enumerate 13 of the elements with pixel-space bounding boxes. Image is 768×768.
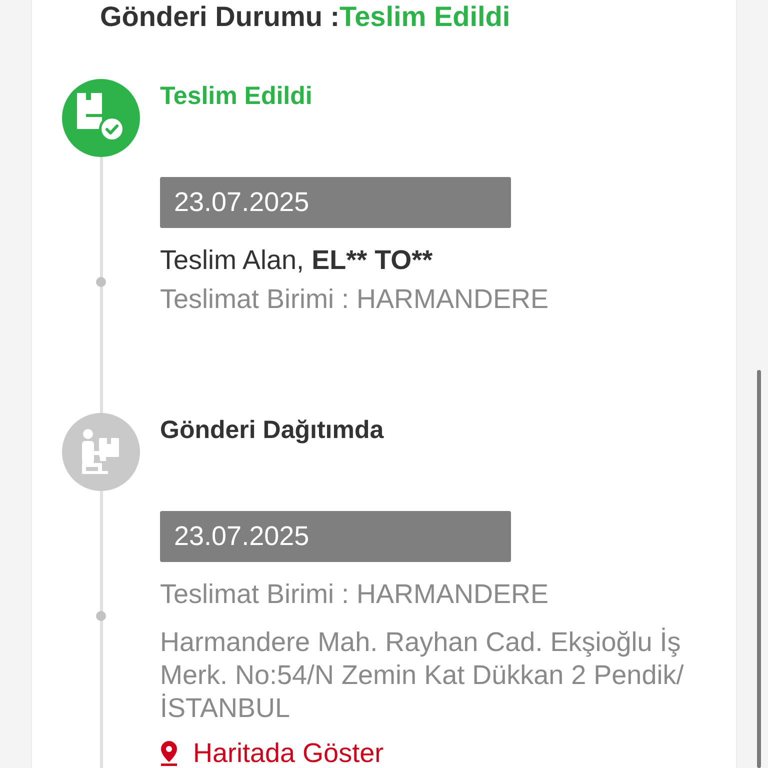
step-title: Teslim Edildi: [160, 81, 312, 111]
delivery-unit-text: Teslimat Birimi : HARMANDERE: [160, 578, 549, 610]
step-title: Gönderi Dağıtımda: [160, 415, 384, 445]
address-text: Harmandere Mah. Rayhan Cad. Ekşioğlu İş Merk. No:54/N Zemin Kat Dükkan 2 Pendik/İSTANBUL: [160, 626, 685, 725]
show-on-map-link[interactable]: Haritada Göster: [160, 738, 384, 768]
date-header: 23.07.2025: [160, 511, 511, 562]
scrollbar-thumb[interactable]: [757, 370, 761, 768]
date-header: 23.07.2025: [160, 177, 511, 228]
timeline-dot: [96, 277, 106, 287]
shipment-status-heading: Gönderi Durumu :Teslim Edildi: [100, 0, 512, 34]
delivery-unit-text: Teslimat Birimi : HARMANDERE: [160, 283, 549, 315]
recipient-text: Teslim Alan, EL** TO**: [160, 244, 433, 276]
timeline-dot: [96, 611, 106, 621]
